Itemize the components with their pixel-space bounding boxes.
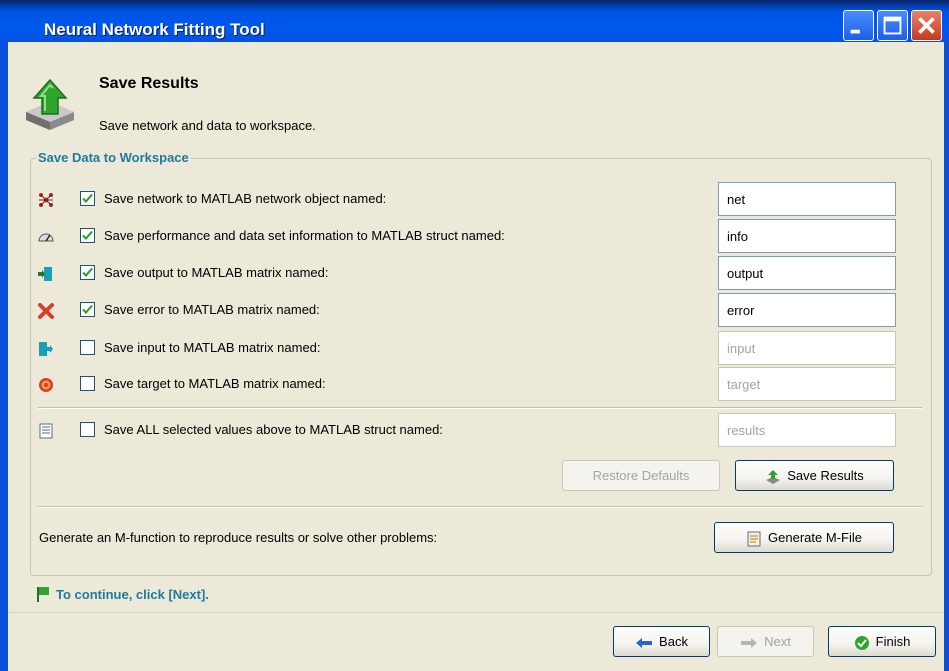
save-arrow-icon bbox=[766, 469, 781, 484]
back-button[interactable]: Back bbox=[613, 626, 710, 657]
window-title: Neural Network Fitting Tool bbox=[44, 20, 265, 39]
page-subtitle: Save network and data to workspace. bbox=[99, 118, 316, 133]
maximize-icon bbox=[883, 16, 902, 35]
finish-check-icon bbox=[854, 635, 869, 650]
continue-hint: To continue, click [Next]. bbox=[36, 587, 209, 602]
page-title: Save Results bbox=[99, 75, 199, 92]
save-all-checkbox[interactable] bbox=[80, 422, 95, 437]
next-button[interactable]: Next bbox=[717, 626, 814, 657]
next-label: Next bbox=[764, 634, 791, 649]
generate-mfile-button[interactable]: Generate M-File bbox=[714, 522, 894, 553]
window-frame-right bbox=[944, 42, 949, 671]
input-icon bbox=[39, 342, 53, 356]
checkmark-icon bbox=[82, 267, 93, 277]
save-results-icon bbox=[26, 78, 74, 130]
save-network-row: Save network to MATLAB network object na… bbox=[38, 182, 898, 216]
performance-name-field[interactable]: info bbox=[718, 219, 896, 253]
save-output-checkbox[interactable] bbox=[80, 265, 95, 280]
groupbox-legend: Save Data to Workspace bbox=[36, 150, 191, 165]
target-icon bbox=[39, 378, 53, 392]
save-target-checkbox[interactable] bbox=[80, 376, 95, 391]
mfile-icon bbox=[747, 531, 761, 547]
checkmark-icon bbox=[82, 230, 93, 240]
save-target-label: Save target to MATLAB matrix named: bbox=[104, 376, 326, 391]
flag-icon bbox=[37, 587, 49, 602]
footer-divider bbox=[8, 612, 944, 613]
save-error-row: Save error to MATLAB matrix named: error bbox=[38, 293, 898, 327]
back-label: Back bbox=[659, 634, 688, 649]
checkmark-icon bbox=[82, 304, 93, 314]
minimize-icon bbox=[850, 29, 860, 34]
target-name-field[interactable]: target bbox=[718, 367, 896, 401]
finish-button[interactable]: Finish bbox=[828, 626, 936, 657]
generate-description: Generate an M-function to reproduce resu… bbox=[39, 530, 438, 545]
maximize-button[interactable] bbox=[877, 10, 908, 41]
finish-label: Finish bbox=[875, 634, 911, 649]
input-name-field[interactable]: input bbox=[718, 331, 896, 365]
network-icon bbox=[39, 193, 53, 207]
divider bbox=[38, 407, 922, 409]
save-results-label: Save Results bbox=[787, 468, 864, 483]
save-output-label: Save output to MATLAB matrix named: bbox=[104, 265, 329, 280]
save-input-label: Save input to MATLAB matrix named: bbox=[104, 340, 321, 355]
close-button[interactable] bbox=[911, 10, 942, 41]
output-name-field[interactable]: output bbox=[718, 256, 896, 290]
save-network-checkbox[interactable] bbox=[80, 191, 95, 206]
save-performance-row: Save performance and data set informatio… bbox=[38, 219, 898, 253]
performance-icon bbox=[38, 233, 54, 242]
save-input-row: Save input to MATLAB matrix named: input bbox=[38, 331, 898, 365]
window-frame-left bbox=[0, 42, 8, 671]
save-input-checkbox[interactable] bbox=[80, 340, 95, 355]
output-icon bbox=[38, 267, 52, 281]
back-arrow-icon bbox=[636, 637, 653, 648]
save-error-checkbox[interactable] bbox=[80, 302, 95, 317]
checkmark-icon bbox=[82, 193, 93, 203]
document-icon bbox=[39, 423, 53, 439]
restore-defaults-button[interactable]: Restore Defaults bbox=[562, 460, 720, 491]
save-results-button[interactable]: Save Results bbox=[735, 460, 894, 491]
generate-mfile-label: Generate M-File bbox=[768, 530, 862, 545]
continue-text: To continue, click [Next]. bbox=[56, 587, 209, 602]
error-name-field[interactable]: error bbox=[718, 293, 896, 327]
next-arrow-icon bbox=[741, 637, 758, 648]
save-target-row: Save target to MATLAB matrix named: targ… bbox=[38, 367, 898, 401]
network-name-field[interactable]: net bbox=[718, 182, 896, 216]
error-icon bbox=[38, 303, 54, 319]
save-network-label: Save network to MATLAB network object na… bbox=[104, 191, 387, 206]
save-all-row: Save ALL selected values above to MATLAB… bbox=[38, 413, 898, 447]
save-output-row: Save output to MATLAB matrix named: outp… bbox=[38, 256, 898, 290]
save-performance-label: Save performance and data set informatio… bbox=[104, 228, 505, 243]
results-name-field[interactable]: results bbox=[718, 413, 896, 447]
save-performance-checkbox[interactable] bbox=[80, 228, 95, 243]
divider bbox=[38, 506, 922, 508]
close-icon bbox=[918, 17, 935, 34]
minimize-button[interactable] bbox=[843, 10, 874, 41]
save-all-label: Save ALL selected values above to MATLAB… bbox=[104, 422, 443, 437]
restore-defaults-label: Restore Defaults bbox=[592, 468, 690, 483]
save-error-label: Save error to MATLAB matrix named: bbox=[104, 302, 320, 317]
